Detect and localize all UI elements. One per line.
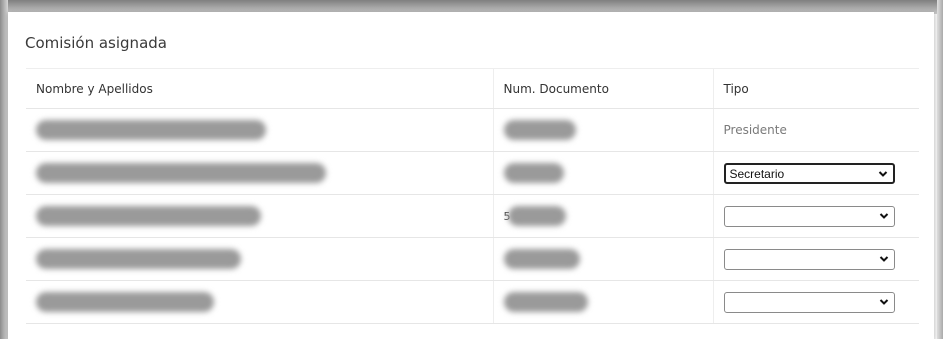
type-label: Presidente bbox=[723, 123, 787, 137]
redacted-name bbox=[36, 292, 214, 312]
column-header-type: Tipo bbox=[713, 68, 919, 109]
table-row: 5 bbox=[26, 194, 919, 238]
cell-document bbox=[493, 280, 714, 324]
cell-name bbox=[26, 108, 494, 152]
screenshot-frame: Comisión asignada Nombre y Apellidos Num… bbox=[0, 0, 943, 339]
column-header-name: Nombre y Apellidos bbox=[26, 68, 494, 109]
chevron-down-icon bbox=[879, 212, 888, 219]
cell-name bbox=[26, 151, 494, 195]
table-row: Secretario bbox=[26, 151, 919, 195]
redacted-document bbox=[503, 163, 564, 183]
redacted-document bbox=[503, 292, 588, 312]
redacted-document bbox=[503, 120, 576, 140]
cell-document bbox=[493, 108, 714, 152]
cell-name bbox=[26, 194, 494, 238]
table-header-row: Nombre y Apellidos Num. Documento Tipo bbox=[26, 68, 919, 109]
column-header-document: Num. Documento bbox=[493, 68, 714, 109]
window-right-edge bbox=[937, 0, 943, 339]
type-select-value: Secretario bbox=[729, 166, 785, 181]
redacted-name bbox=[36, 163, 326, 183]
window-left-edge bbox=[0, 0, 8, 339]
redacted-document bbox=[503, 249, 580, 269]
cell-name bbox=[26, 280, 494, 324]
type-select[interactable] bbox=[723, 291, 895, 313]
cell-document: 5 bbox=[493, 194, 714, 238]
redacted-name bbox=[36, 120, 266, 140]
chevron-down-icon bbox=[879, 255, 888, 262]
cell-type bbox=[713, 194, 919, 238]
redacted-name bbox=[36, 249, 241, 269]
table-row bbox=[26, 280, 919, 324]
cell-document bbox=[493, 151, 714, 195]
type-select[interactable] bbox=[723, 205, 895, 227]
chevron-down-icon bbox=[879, 298, 888, 305]
cell-name bbox=[26, 237, 494, 281]
cell-document bbox=[493, 237, 714, 281]
card-title: Comisión asignada bbox=[25, 34, 167, 52]
table-row: Presidente bbox=[26, 108, 919, 152]
cell-type: Secretario bbox=[713, 151, 919, 195]
cell-type bbox=[713, 237, 919, 281]
redacted-name bbox=[36, 206, 261, 226]
commission-card: Comisión asignada Nombre y Apellidos Num… bbox=[8, 12, 934, 339]
chevron-down-icon bbox=[878, 170, 887, 177]
commission-table: Nombre y Apellidos Num. Documento Tipo P… bbox=[26, 68, 919, 324]
cell-type: Presidente bbox=[713, 108, 919, 152]
type-select[interactable] bbox=[723, 248, 895, 270]
table-row bbox=[26, 237, 919, 281]
redacted-document bbox=[508, 206, 567, 226]
type-select[interactable]: Secretario bbox=[723, 162, 895, 184]
cell-type bbox=[713, 280, 919, 324]
